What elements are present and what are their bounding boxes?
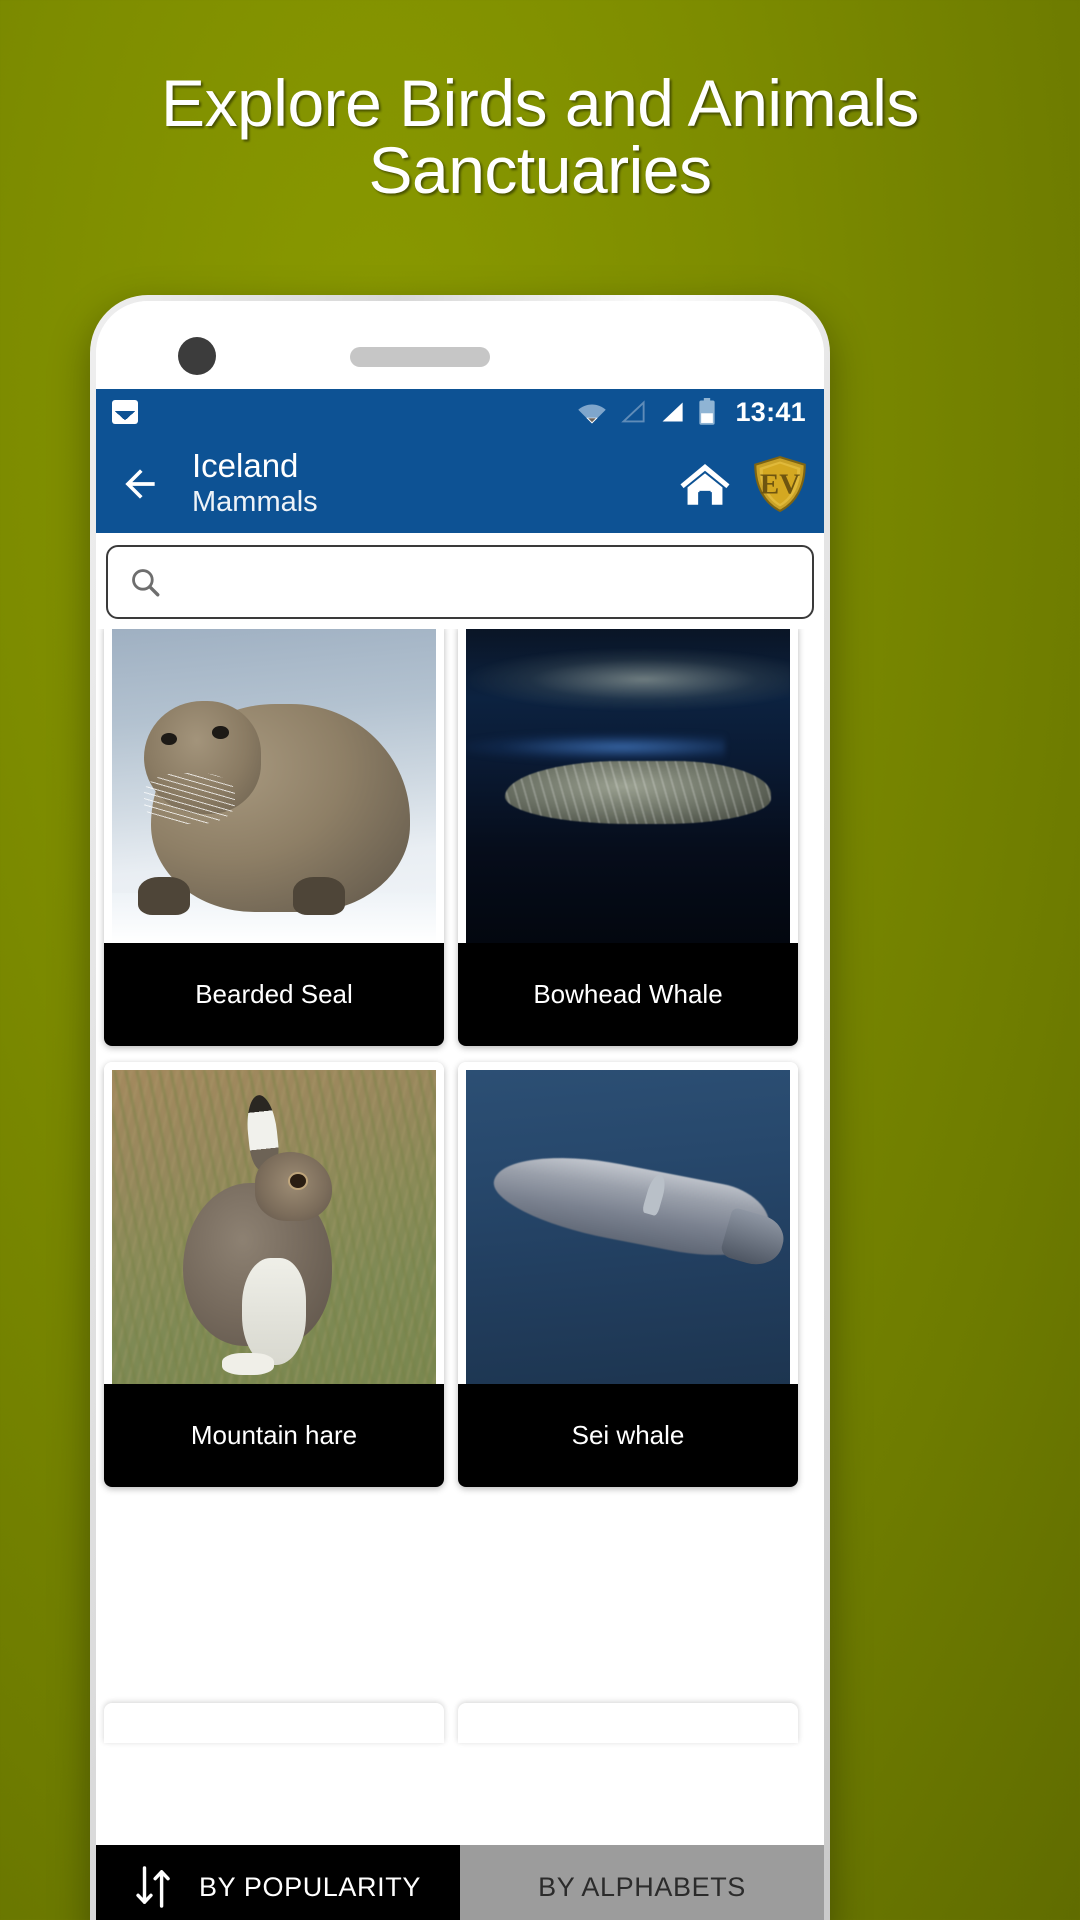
status-bar-left: [112, 400, 138, 424]
signal-empty-icon: [621, 400, 646, 423]
back-arrow-icon[interactable]: [118, 462, 162, 506]
sei-whale-photo: [466, 1070, 790, 1384]
search-icon: [132, 569, 160, 597]
signal-full-icon: [662, 402, 684, 422]
bearded-seal-photo: [112, 629, 436, 943]
status-bar-right: 13:41: [577, 397, 806, 428]
animal-name: Bearded Seal: [104, 943, 444, 1046]
animal-name: Sei whale: [458, 1384, 798, 1487]
status-bar-clock: 13:41: [735, 396, 806, 427]
app-screen: 13:41 Iceland Mammals EV Bearded Seal Bo…: [96, 389, 824, 1920]
animal-name: Mountain hare: [104, 1384, 444, 1487]
search-bar-container: [96, 533, 824, 629]
sort-by-popularity-label: BY POPULARITY: [199, 1871, 421, 1902]
sort-by-alphabets-button[interactable]: BY ALPHABETS: [460, 1845, 824, 1920]
animal-grid: Bearded Seal Bowhead Whale Mountain hare…: [96, 629, 824, 1689]
app-toolbar: Iceland Mammals EV: [96, 435, 824, 533]
sort-bar: BY POPULARITY BY ALPHABETS: [96, 1845, 824, 1920]
battery-icon: [699, 398, 716, 425]
animal-card-partial[interactable]: [458, 1703, 798, 1743]
animal-card-partial[interactable]: [104, 1703, 444, 1743]
wifi-icon: [578, 404, 607, 424]
photo-icon: [112, 400, 138, 424]
home-icon[interactable]: [678, 459, 732, 509]
animal-card[interactable]: Bearded Seal: [104, 629, 444, 1046]
ev-logo-text: EV: [760, 469, 800, 501]
search-box[interactable]: [106, 545, 814, 619]
phone-screen-bezel: 13:41 Iceland Mammals EV Bearded Seal Bo…: [96, 301, 824, 1920]
sort-by-popularity-button[interactable]: BY POPULARITY: [96, 1845, 460, 1920]
animal-name: Bowhead Whale: [458, 943, 798, 1046]
ev-shield-logo[interactable]: EV: [752, 455, 808, 513]
phone-mockup-frame: 13:41 Iceland Mammals EV Bearded Seal Bo…: [90, 295, 830, 1920]
animal-photo: [104, 1062, 444, 1384]
front-camera-icon: [178, 337, 216, 375]
next-row-preview: [96, 1703, 824, 1743]
phone-top-bar: [96, 301, 824, 389]
toolbar-actions: EV: [678, 455, 808, 513]
animal-photo: [104, 629, 444, 943]
animal-photo: [458, 629, 798, 943]
toolbar-subtitle: Mammals: [192, 486, 318, 519]
animal-card[interactable]: Mountain hare: [104, 1062, 444, 1487]
earpiece-speaker: [350, 347, 490, 367]
animal-photo: [458, 1062, 798, 1384]
sort-by-alphabets-label: BY ALPHABETS: [538, 1871, 746, 1902]
sort-arrows-icon: [136, 1866, 170, 1908]
animal-card[interactable]: Sei whale: [458, 1062, 798, 1487]
animal-card[interactable]: Bowhead Whale: [458, 629, 798, 1046]
toolbar-titles: Iceland Mammals: [192, 447, 678, 520]
page-title: Explore Birds and Animals Sanctuaries: [161, 66, 919, 208]
toolbar-title: Iceland: [192, 447, 299, 485]
search-input[interactable]: [176, 566, 792, 598]
bowhead-whale-photo: [466, 629, 790, 943]
status-bar: 13:41: [96, 389, 824, 435]
mountain-hare-photo: [112, 1070, 436, 1384]
